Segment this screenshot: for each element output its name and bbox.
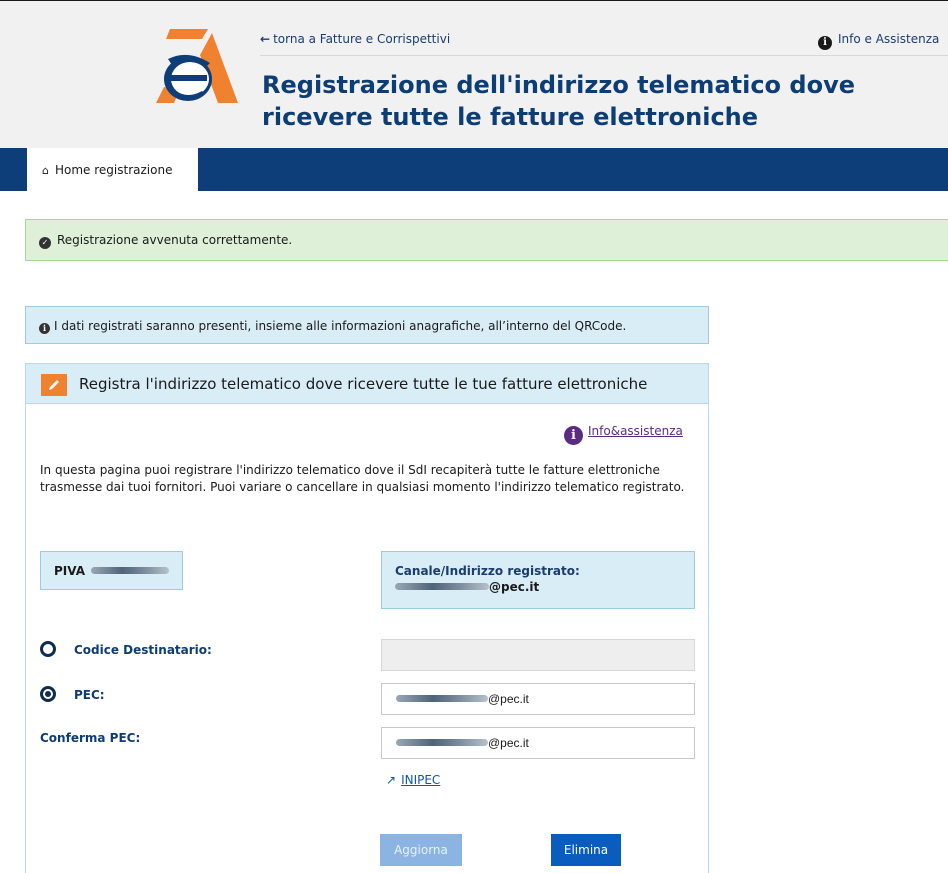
piva-redacted-value bbox=[91, 567, 170, 574]
pec-label: PEC: bbox=[74, 688, 105, 702]
info-assistenza-label: Info e Assistenza bbox=[838, 32, 940, 46]
main-nav: ⌂ Home registrazione bbox=[0, 148, 948, 191]
info-circle-icon: i bbox=[564, 426, 583, 445]
info-alert: i I dati registrati saranno presenti, ins… bbox=[25, 306, 709, 344]
piva-label: PIVA bbox=[54, 564, 86, 578]
inipec-link[interactable]: ↗ INIPEC bbox=[386, 773, 440, 787]
inipec-label[interactable]: INIPEC bbox=[401, 773, 440, 787]
aggiorna-button[interactable]: Aggiorna bbox=[380, 834, 462, 866]
canale-redacted-value bbox=[395, 583, 489, 590]
pec-input[interactable]: @pec.it bbox=[381, 683, 695, 715]
page-header: ← torna a Fatture e Corrispettivi i Info e… bbox=[0, 0, 948, 148]
radio-checked-icon[interactable] bbox=[40, 686, 56, 702]
info-circle-icon: i bbox=[818, 36, 832, 50]
info-circle-icon: i bbox=[39, 323, 50, 334]
pencil-icon bbox=[41, 374, 67, 396]
pec-redacted-value bbox=[396, 695, 488, 702]
back-to-fatture-link[interactable]: ← torna a Fatture e Corrispettivi bbox=[260, 32, 450, 46]
success-alert-text: Registrazione avvenuta correttamente. bbox=[57, 233, 293, 247]
elimina-button[interactable]: Elimina bbox=[551, 834, 621, 866]
panel-header: Registra l'indirizzo telematico dove ric… bbox=[26, 364, 708, 404]
info-alert-text: I dati registrati saranno presenti, insi… bbox=[54, 319, 627, 333]
arrow-left-icon: ← bbox=[260, 32, 271, 46]
home-icon: ⌂ bbox=[42, 164, 49, 177]
conferma-redacted-value bbox=[396, 739, 488, 746]
radio-codice-destinatario[interactable]: Codice Destinatario: bbox=[40, 641, 212, 657]
panel-title: Registra l'indirizzo telematico dove ric… bbox=[79, 375, 648, 393]
panel-description: In questa pagina puoi registrare l'indir… bbox=[40, 463, 685, 494]
canale-label: Canale/Indirizzo registrato: bbox=[395, 564, 580, 578]
tab-home-label: Home registrazione bbox=[54, 163, 173, 177]
success-alert: ✓ Registrazione avvenuta correttamente. bbox=[25, 219, 948, 261]
info-assistenza-link[interactable]: i Info&assistenza bbox=[564, 424, 683, 445]
codice-destinatario-label: Codice Destinatario: bbox=[74, 643, 212, 657]
codice-destinatario-input[interactable] bbox=[381, 639, 695, 671]
back-link-label: torna a Fatture e Corrispettivi bbox=[273, 32, 451, 46]
check-circle-icon: ✓ bbox=[39, 237, 51, 249]
agenzia-entrate-logo[interactable] bbox=[154, 29, 238, 105]
info-assistenza-link[interactable]: i Info e Assistenza bbox=[818, 32, 939, 50]
canale-registrato-box: Canale/Indirizzo registrato: @pec.it bbox=[381, 551, 695, 609]
conferma-pec-input[interactable]: @pec.it bbox=[381, 727, 695, 759]
piva-box: PIVA bbox=[40, 551, 183, 590]
tab-home-registrazione[interactable]: ⌂ Home registrazione bbox=[27, 148, 198, 191]
page-title: Registrazione dell'indirizzo telematico … bbox=[262, 71, 855, 131]
conferma-pec-label: Conferma PEC: bbox=[40, 731, 141, 745]
external-link-icon: ↗ bbox=[386, 773, 397, 787]
conferma-value-suffix: @pec.it bbox=[488, 736, 529, 750]
canale-value-suffix: @pec.it bbox=[489, 580, 540, 594]
header-divider bbox=[260, 55, 948, 56]
radio-unchecked-icon[interactable] bbox=[40, 641, 56, 657]
pec-value-suffix: @pec.it bbox=[488, 692, 529, 706]
info-assistenza-label[interactable]: Info&assistenza bbox=[588, 424, 683, 438]
radio-pec[interactable]: PEC: bbox=[40, 686, 105, 702]
registration-panel: Registra l'indirizzo telematico dove ric… bbox=[25, 363, 709, 873]
